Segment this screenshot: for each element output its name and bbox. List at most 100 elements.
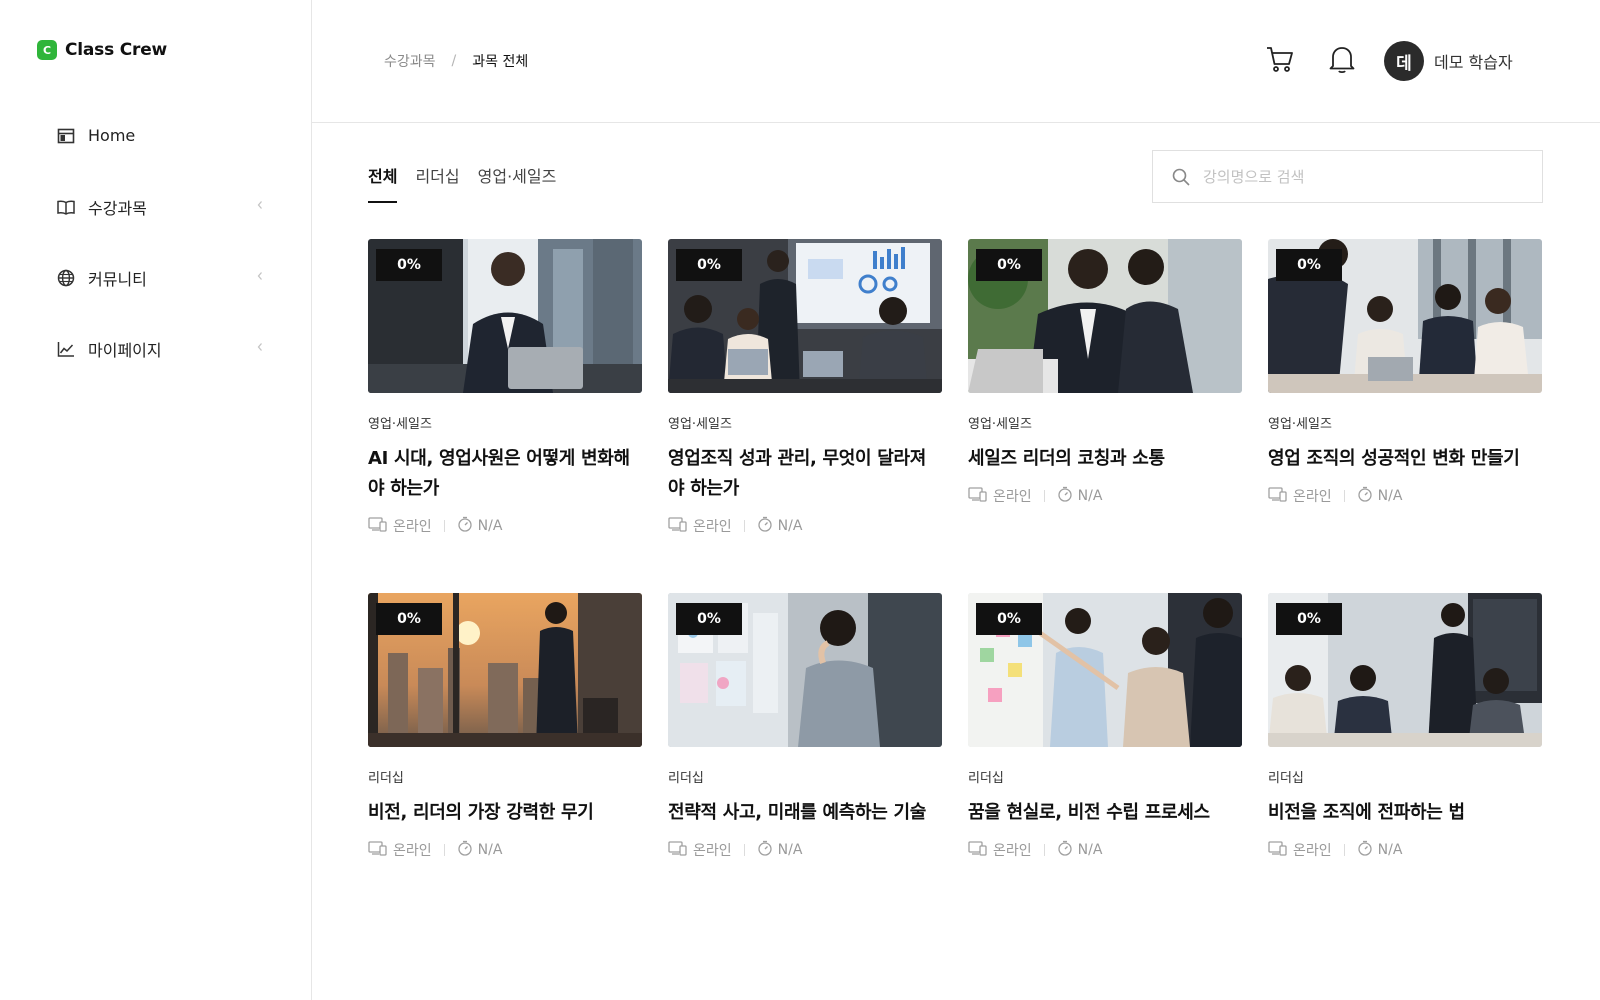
course-title: 세일즈 리더의 코칭과 소통 [968,448,1165,469]
meta-divider [743,520,745,532]
book-icon [56,197,76,217]
tab-all[interactable]: 전체 [368,163,398,203]
devices-icon [1268,840,1288,860]
course-card[interactable]: 0% 영업·세일즈 AI 시대, 영업사원은 어떻게 변화해야 하는가 온라인 … [368,239,642,593]
timer-icon [757,516,773,536]
course-card[interactable]: 0% 리더십 비전, 리더의 가장 강력한 무기 온라인 N/A [368,593,642,947]
bell-icon [1327,43,1357,79]
timer-icon [457,516,473,536]
course-thumbnail: 0% [1268,239,1542,393]
progress-badge: 0% [376,249,442,281]
top-header: 수강과목 / 과목 전체 데 데모 학습자 [312,0,1600,123]
devices-icon [668,840,688,860]
course-title: 영업 조직의 성공적인 변화 만들기 [1268,448,1520,469]
course-mode: 온라인 [693,843,732,859]
course-title: 영업조직 성과 관리, 무엇이 달라져야 하는가 [668,448,927,499]
course-grid: 0% 영업·세일즈 AI 시대, 영업사원은 어떻게 변화해야 하는가 온라인 … [368,239,1544,947]
tab-leadership[interactable]: 리더십 [415,163,459,203]
devices-icon [368,840,388,860]
meta-divider [443,520,445,532]
meta-divider [1343,490,1345,502]
course-mode: 온라인 [693,519,732,535]
course-duration: N/A [1077,842,1103,858]
brand-logo-link[interactable]: C Class Crew [37,40,167,60]
course-meta: 온라인 N/A [368,840,642,860]
course-title: 비전을 조직에 전파하는 법 [1268,802,1465,823]
course-card[interactable]: 0% 영업·세일즈 영업조직 성과 관리, 무엇이 달라져야 하는가 온라인 N… [668,239,942,593]
course-meta: 온라인 N/A [968,840,1242,860]
sidebar: C Class Crew Home 수강과목 커뮤니티 마이페이지 [0,0,312,1000]
course-thumbnail: 0% [1268,593,1542,747]
course-thumbnail: 0% [968,593,1242,747]
course-title: 비전, 리더의 가장 강력한 무기 [368,802,594,823]
meta-divider [743,844,745,856]
timer-icon [1057,486,1073,506]
sidebar-item-label: 수강과목 [88,198,147,218]
sidebar-item-home[interactable]: Home [0,100,311,171]
progress-badge: 0% [1276,603,1342,635]
course-category: 영업·세일즈 [368,417,432,432]
sidebar-nav: Home 수강과목 커뮤니티 마이페이지 [0,100,311,384]
timer-icon [1057,840,1073,860]
course-mode: 온라인 [993,843,1032,859]
course-thumbnail: 0% [668,239,942,393]
progress-badge: 0% [676,603,742,635]
sidebar-item-label: 커뮤니티 [88,269,147,289]
course-card[interactable]: 0% 영업·세일즈 세일즈 리더의 코칭과 소통 온라인 N/A [968,239,1242,593]
category-tabs: 전체 리더십 영업·세일즈 [368,163,556,203]
devices-icon [968,840,988,860]
search-input[interactable] [1203,167,1523,186]
sidebar-item-label: 마이페이지 [88,340,162,360]
course-duration: N/A [1077,488,1103,504]
course-thumbnail: 0% [968,239,1242,393]
devices-icon [668,516,688,536]
globe-icon [56,268,76,288]
meta-divider [1043,490,1045,502]
course-category: 영업·세일즈 [968,417,1032,432]
timer-icon [1357,840,1373,860]
meta-divider [443,844,445,856]
progress-badge: 0% [376,603,442,635]
brand-logo-icon: C [37,40,57,60]
chevron-left-icon [252,197,268,213]
sidebar-item-courses[interactable]: 수강과목 [0,171,311,242]
course-duration: N/A [777,518,803,534]
course-category: 영업·세일즈 [668,417,732,432]
course-title: AI 시대, 영업사원은 어떻게 변화해야 하는가 [368,448,630,499]
course-title: 꿈을 현실로, 비전 수립 프로세스 [968,802,1210,823]
course-meta: 온라인 N/A [668,840,942,860]
course-category: 리더십 [1268,771,1304,786]
meta-divider [1343,844,1345,856]
devices-icon [968,486,988,506]
course-meta: 온라인 N/A [668,516,942,536]
course-card[interactable]: 0% 리더십 비전을 조직에 전파하는 법 온라인 N/A [1268,593,1542,947]
notification-button[interactable] [1324,43,1360,79]
course-category: 리더십 [368,771,404,786]
course-mode: 온라인 [1293,489,1332,505]
course-card[interactable]: 0% 리더십 전략적 사고, 미래를 예측하는 기술 온라인 N/A [668,593,942,947]
chevron-left-icon [252,339,268,355]
progress-badge: 0% [676,249,742,281]
course-card[interactable]: 0% 리더십 꿈을 현실로, 비전 수립 프로세스 온라인 N/A [968,593,1242,947]
course-duration: N/A [477,518,503,534]
cart-icon [1264,43,1296,79]
meta-divider [1043,844,1045,856]
sidebar-item-mypage[interactable]: 마이페이지 [0,313,311,384]
cart-button[interactable] [1262,43,1298,79]
course-thumbnail: 0% [368,593,642,747]
course-duration: N/A [1377,842,1403,858]
course-category: 영업·세일즈 [1268,417,1332,432]
sidebar-item-community[interactable]: 커뮤니티 [0,242,311,313]
course-card[interactable]: 0% 영업·세일즈 영업 조직의 성공적인 변화 만들기 온라인 N/A [1268,239,1542,593]
search-icon [1171,167,1191,187]
chart-line-icon [56,339,76,359]
progress-badge: 0% [976,603,1042,635]
user-menu[interactable]: 데 데모 학습자 [1384,41,1513,81]
brand-name: Class Crew [65,40,168,60]
progress-badge: 0% [976,249,1042,281]
course-meta: 온라인 N/A [1268,840,1542,860]
course-duration: N/A [777,842,803,858]
tab-sales[interactable]: 영업·세일즈 [478,163,557,203]
course-mode: 온라인 [393,519,432,535]
course-mode: 온라인 [393,843,432,859]
